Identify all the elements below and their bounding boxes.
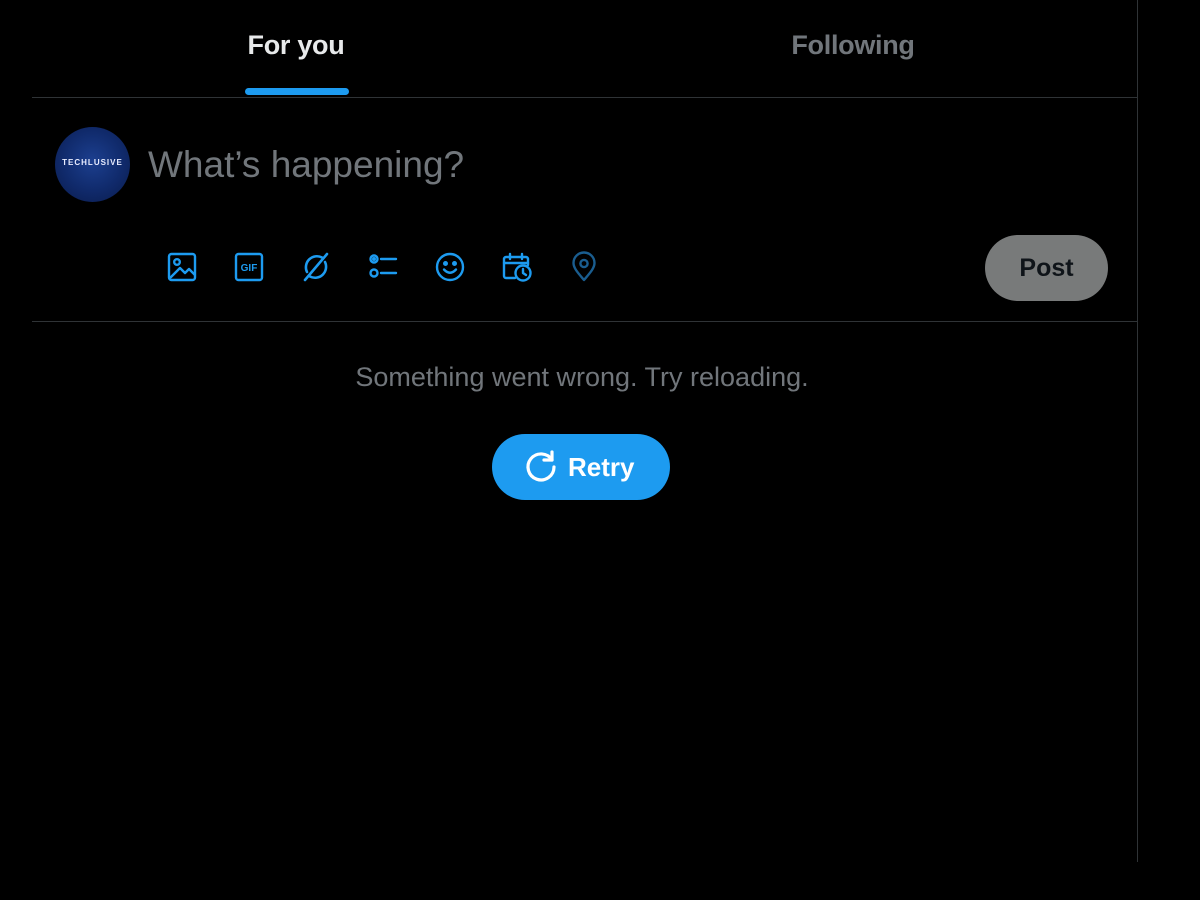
retry-button[interactable]: Retry bbox=[492, 434, 670, 500]
gif-icon-label: GIF bbox=[241, 263, 258, 274]
schedule-button[interactable] bbox=[498, 248, 536, 286]
tab-following[interactable]: Following bbox=[585, 0, 1138, 97]
poll-icon bbox=[369, 254, 398, 278]
location-icon bbox=[572, 251, 596, 282]
emoji-icon bbox=[435, 252, 465, 282]
compose-post-input[interactable] bbox=[148, 142, 1048, 188]
grok-button[interactable] bbox=[297, 248, 335, 286]
emoji-button[interactable] bbox=[431, 248, 469, 286]
schedule-icon bbox=[502, 252, 532, 282]
tab-following-label: Following bbox=[791, 30, 915, 60]
home-timeline-column: For you Following TECHLUSIVE What’s happ… bbox=[32, 0, 1138, 862]
avatar[interactable]: TECHLUSIVE bbox=[55, 127, 130, 202]
post-button[interactable]: Post bbox=[985, 235, 1108, 301]
gif-icon: GIF bbox=[234, 252, 264, 282]
timeline-tabs: For you Following bbox=[32, 0, 1137, 98]
gif-button[interactable]: GIF bbox=[230, 248, 268, 286]
post-composer: TECHLUSIVE GIF bbox=[32, 98, 1137, 322]
retry-label: Retry bbox=[568, 452, 635, 482]
poll-button[interactable] bbox=[364, 248, 402, 286]
avatar-logo-text: TECHLUSIVE bbox=[62, 158, 123, 167]
grok-icon bbox=[303, 252, 329, 282]
media-button[interactable] bbox=[163, 248, 201, 286]
tab-for-you-label: For you bbox=[247, 30, 345, 60]
image-icon bbox=[167, 252, 197, 282]
feed-error-message: Something went wrong. Try reloading. bbox=[355, 362, 809, 392]
active-tab-indicator bbox=[245, 88, 349, 95]
location-button[interactable] bbox=[565, 248, 603, 286]
tab-for-you[interactable]: For you bbox=[32, 0, 585, 97]
refresh-icon bbox=[526, 450, 556, 482]
